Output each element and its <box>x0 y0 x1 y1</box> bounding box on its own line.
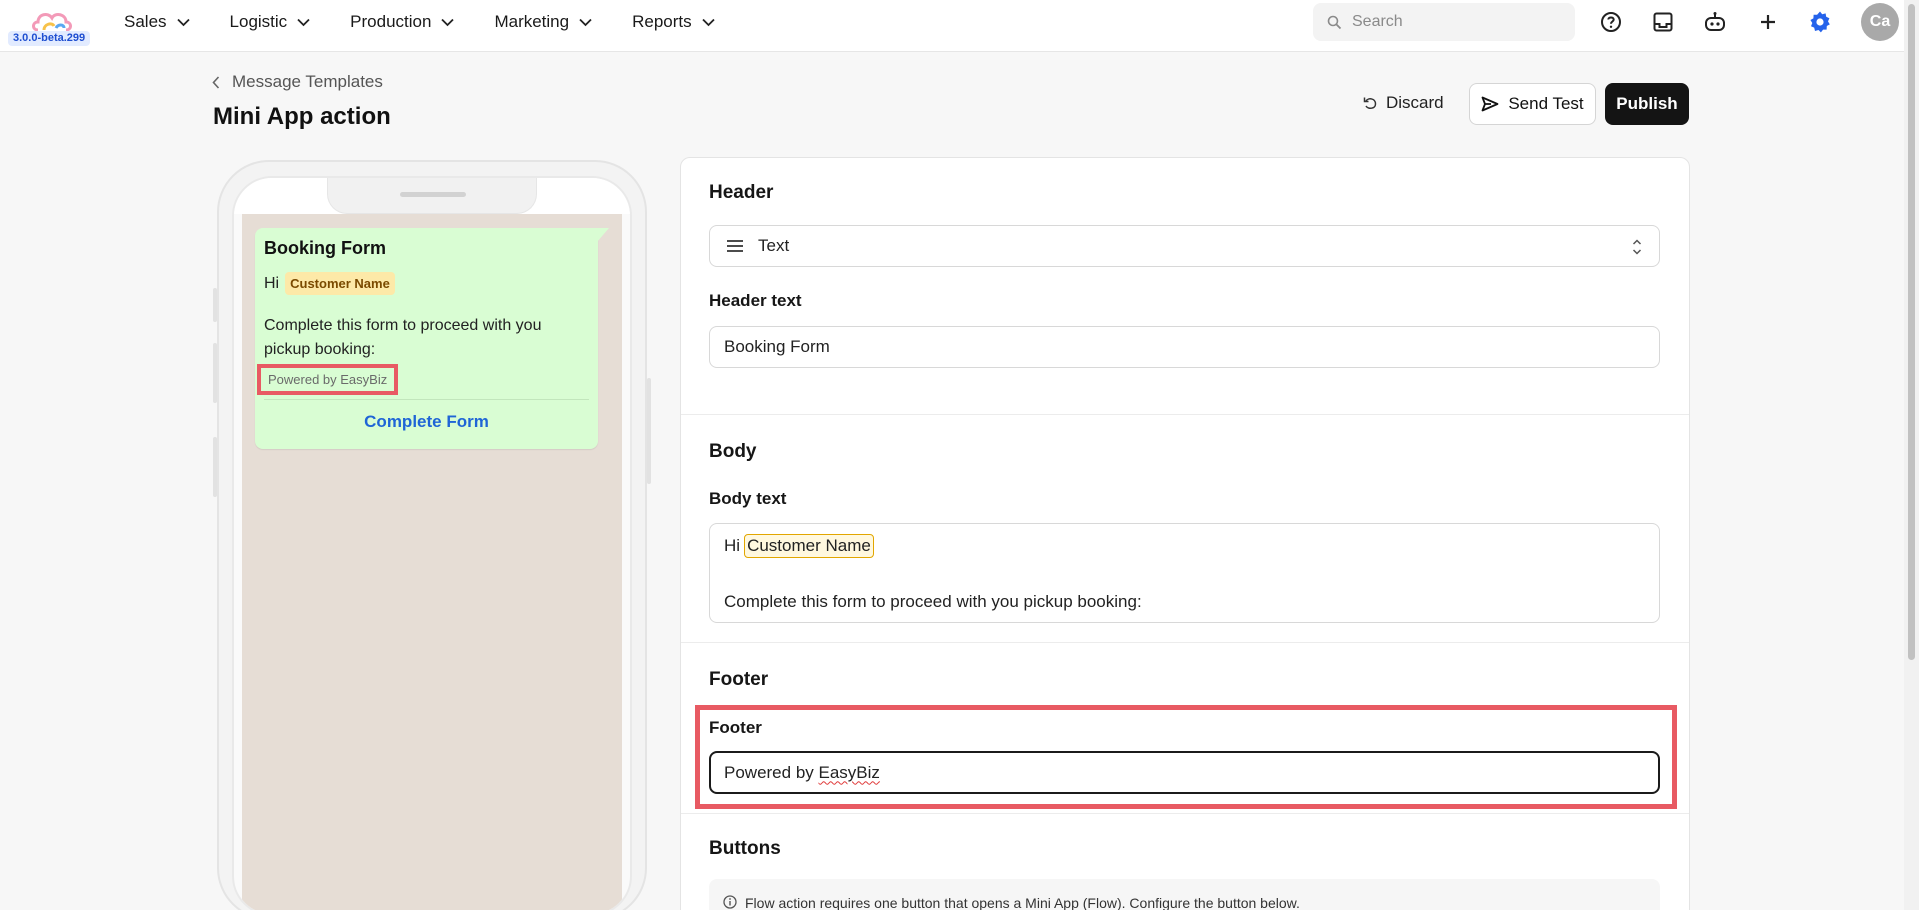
chevron-down-icon <box>176 18 190 26</box>
header-type-value: Text <box>758 236 790 255</box>
buttons-section-title: Buttons <box>709 838 781 859</box>
preview-complete-form-button[interactable]: Complete Form <box>255 412 598 432</box>
preview-header-text: Booking Form <box>264 238 386 258</box>
bubble-tail <box>597 228 609 242</box>
page-title: Mini App action <box>213 103 391 130</box>
footer-section-title: Footer <box>709 669 769 690</box>
inbox-icon[interactable] <box>1651 10 1675 34</box>
chevron-left-icon <box>212 75 220 89</box>
breadcrumb-back-link[interactable]: Message Templates <box>212 72 383 92</box>
breadcrumb-label: Message Templates <box>232 72 383 91</box>
preview-variable-chip: Customer Name <box>285 272 395 295</box>
undo-icon <box>1363 97 1377 109</box>
nav-reports[interactable]: Reports <box>632 12 715 32</box>
body-section-title: Body <box>709 441 757 462</box>
speaker-grille <box>400 192 466 197</box>
nav-logistic-label: Logistic <box>229 12 288 31</box>
header-type-select[interactable]: Text <box>709 225 1660 267</box>
nav-sales[interactable]: Sales <box>124 12 190 32</box>
footer-text-input[interactable]: Powered by EasyBiz <box>709 751 1660 794</box>
user-avatar[interactable]: Ca <box>1861 3 1899 41</box>
nav-reports-label: Reports <box>632 12 692 31</box>
publish-button[interactable]: Publish <box>1605 83 1689 125</box>
header-text-value: Booking Form <box>724 337 830 356</box>
preview-body-text: Complete this form to proceed with you p… <box>264 317 542 358</box>
body-variable-chip[interactable]: Customer Name <box>744 534 874 558</box>
body-text-label: Body text <box>709 489 787 508</box>
nav-production-label: Production <box>350 12 432 31</box>
preview-footer-text: Powered by EasyBiz <box>257 364 399 395</box>
chevron-down-icon <box>441 18 455 26</box>
send-test-button[interactable]: Send Test <box>1469 83 1596 125</box>
footer-value-prefix: Powered by <box>724 762 819 782</box>
global-search[interactable] <box>1313 3 1575 41</box>
nav-marketing[interactable]: Marketing <box>494 12 592 32</box>
main-nav: Sales Logistic Production Marketing Repo… <box>124 0 755 44</box>
section-divider <box>681 414 1689 415</box>
search-input[interactable] <box>1352 13 1552 31</box>
chevron-up-down-icon <box>1632 239 1642 255</box>
nav-production[interactable]: Production <box>350 12 455 32</box>
discard-label: Discard <box>1386 93 1444 112</box>
nav-marketing-label: Marketing <box>494 12 570 31</box>
phone-side-button <box>213 288 217 322</box>
header-section-title: Header <box>709 182 774 203</box>
body-line-1: Hi Customer Name <box>724 534 874 558</box>
section-divider <box>681 642 1689 643</box>
search-icon <box>1327 15 1342 29</box>
body-text-input[interactable]: Hi Customer Name Complete this form to p… <box>709 523 1660 623</box>
send-icon <box>1481 96 1499 112</box>
phone-power-button <box>647 378 651 484</box>
chevron-down-icon <box>701 18 715 26</box>
header-text-label: Header text <box>709 291 802 310</box>
send-test-label: Send Test <box>1508 94 1584 113</box>
preview-greeting-line: Hi Customer Name <box>264 272 395 295</box>
phone-notch <box>327 178 537 214</box>
phone-side-button <box>213 437 217 497</box>
buttons-info-text: Flow action requires one button that ope… <box>745 895 1300 910</box>
section-divider <box>681 813 1689 814</box>
phone-status-area <box>234 178 630 214</box>
robot-icon[interactable] <box>1703 10 1727 34</box>
template-form-card: Header Text Header text Booking Form Bod… <box>680 157 1690 910</box>
header-text-input[interactable]: Booking Form <box>709 326 1660 368</box>
vertical-scrollbar[interactable] <box>1904 0 1919 910</box>
scrollbar-thumb[interactable] <box>1908 4 1915 660</box>
buttons-info-note: Flow action requires one button that ope… <box>709 879 1660 910</box>
nav-logistic[interactable]: Logistic <box>230 12 311 32</box>
preview-divider <box>264 399 589 400</box>
top-navigation-bar: 3.0.0-beta.299 Sales Logistic Production… <box>0 0 1904 52</box>
body-line-2: Complete this form to proceed with you p… <box>724 592 1142 611</box>
footer-value-brand: EasyBiz <box>818 762 880 782</box>
message-bubble-preview: Booking Form Hi Customer Name Complete t… <box>255 228 598 449</box>
info-icon <box>723 895 737 909</box>
nav-sales-label: Sales <box>124 12 167 31</box>
chevron-down-icon <box>579 18 592 26</box>
settings-gear-icon[interactable] <box>1808 10 1832 34</box>
footer-field-label: Footer <box>709 718 762 737</box>
plus-icon[interactable] <box>1756 10 1780 34</box>
chevron-down-icon <box>297 18 310 26</box>
version-badge: 3.0.0-beta.299 <box>8 31 91 46</box>
discard-button[interactable]: Discard <box>1354 86 1452 120</box>
preview-greeting: Hi <box>264 274 280 292</box>
text-lines-icon <box>727 240 743 252</box>
body-greeting: Hi <box>724 536 741 555</box>
phone-side-button <box>213 343 217 403</box>
help-circle-icon[interactable] <box>1599 10 1623 34</box>
